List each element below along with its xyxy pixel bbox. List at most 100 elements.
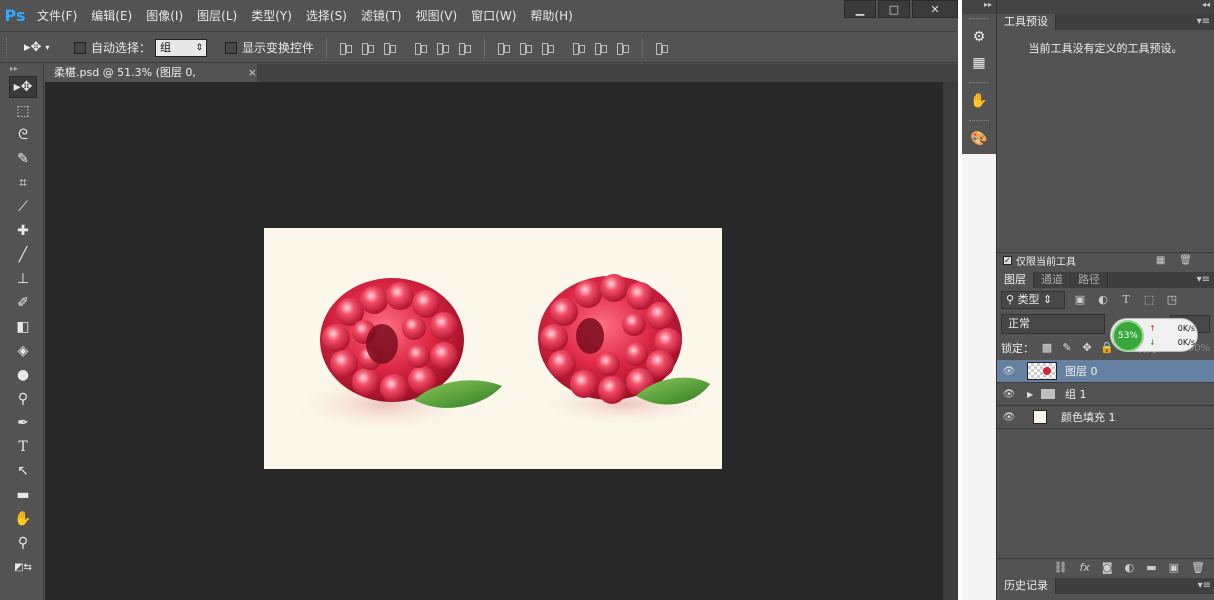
- tab-channels[interactable]: 通道: [1034, 272, 1071, 288]
- dock-grip[interactable]: [969, 120, 989, 124]
- tool-presets-dock-icon[interactable]: ⚙: [962, 24, 996, 50]
- distribute-left-icon[interactable]: [571, 41, 587, 55]
- tab-tool-presets[interactable]: 工具预设: [997, 14, 1056, 30]
- rectangle-tool-icon[interactable]: ▬: [9, 484, 37, 506]
- visibility-eye-icon[interactable]: 👁: [997, 366, 1021, 377]
- menu-filter[interactable]: 滤镜(T): [354, 0, 409, 32]
- panel-menu-icon[interactable]: ▾≡: [1198, 578, 1211, 594]
- lock-image-icon[interactable]: ✎: [1060, 341, 1074, 355]
- link-layers-icon[interactable]: ⛓: [1054, 561, 1068, 574]
- align-right-icon[interactable]: [457, 41, 473, 55]
- hand-tool-icon[interactable]: ✋: [9, 508, 37, 530]
- paint-bucket-tool-icon[interactable]: ◈: [9, 340, 37, 362]
- lasso-tool-icon[interactable]: ᘓ: [9, 124, 37, 146]
- menu-edit[interactable]: 编辑(E): [84, 0, 139, 32]
- menu-select[interactable]: 选择(S): [299, 0, 354, 32]
- auto-align-layers-icon[interactable]: [654, 41, 670, 55]
- history-brush-tool-icon[interactable]: ✐: [9, 292, 37, 314]
- menu-type[interactable]: 类型(Y): [244, 0, 299, 32]
- lock-transparent-icon[interactable]: ▩: [1040, 341, 1054, 355]
- new-group-icon[interactable]: ▬: [1146, 561, 1156, 574]
- expand-arrow-icon[interactable]: ▶: [1027, 390, 1037, 399]
- tool-preset-picker[interactable]: ▸✥ ▾: [24, 40, 66, 55]
- distribute-right-icon[interactable]: [615, 41, 631, 55]
- visibility-eye-icon[interactable]: 👁: [997, 412, 1021, 423]
- eraser-tool-icon[interactable]: ◧: [9, 316, 37, 338]
- type-tool-icon[interactable]: T: [9, 436, 37, 458]
- preset-footer-icons[interactable]: ▦🗑: [1156, 255, 1206, 266]
- align-vcenter-icon[interactable]: [360, 41, 376, 55]
- options-bar-grip[interactable]: [6, 37, 10, 58]
- menu-file[interactable]: 文件(F): [30, 0, 84, 32]
- clone-stamp-tool-icon[interactable]: ⊥: [9, 268, 37, 290]
- marquee-tool-icon[interactable]: ⬚: [9, 100, 37, 122]
- panel-menu-icon[interactable]: ▾≡: [1197, 14, 1210, 30]
- align-left-icon[interactable]: [413, 41, 429, 55]
- brush-presets-dock-icon[interactable]: ✋: [962, 88, 996, 114]
- filter-pixel-icon[interactable]: ▣: [1072, 293, 1088, 307]
- minimize-button[interactable]: ▁: [844, 0, 876, 18]
- pen-tool-icon[interactable]: ✒: [9, 412, 37, 434]
- lock-position-icon[interactable]: ✥: [1080, 341, 1094, 355]
- network-speed-widget[interactable]: 53% ↑ 0K/s ↓ 0K/s: [1110, 318, 1198, 352]
- distribute-hcenter-icon[interactable]: [593, 41, 609, 55]
- menu-view[interactable]: 视图(V): [409, 0, 465, 32]
- new-layer-icon[interactable]: ▣: [1169, 561, 1179, 574]
- align-top-icon[interactable]: [338, 41, 354, 55]
- document-tab[interactable]: 柔椹.psd @ 51.3% (图层 0, RGB/8) * ×: [45, 64, 257, 97]
- layer-row[interactable]: 👁 ▶ 组 1: [997, 383, 1214, 406]
- dock-grip[interactable]: [969, 18, 989, 22]
- auto-select-dropdown[interactable]: 组: [155, 38, 208, 57]
- show-transform-checkbox[interactable]: [225, 41, 238, 54]
- dock-collapse-icon[interactable]: ▸▸: [962, 0, 996, 14]
- current-tool-only-checkbox[interactable]: ✓: [1003, 256, 1012, 265]
- tab-history[interactable]: 历史记录: [997, 578, 1056, 594]
- distribute-top-icon[interactable]: [496, 41, 512, 55]
- filter-smart-object-icon[interactable]: ◳: [1164, 293, 1180, 307]
- menu-layer[interactable]: 图层(L): [190, 0, 244, 32]
- menu-image[interactable]: 图像(I): [139, 0, 190, 32]
- visibility-eye-icon[interactable]: 👁: [997, 389, 1021, 400]
- vertical-scrollbar[interactable]: [943, 82, 958, 600]
- layer-kind-filter[interactable]: ⚲ 类型 ⇕: [1001, 291, 1065, 309]
- filter-adjustment-icon[interactable]: ◐: [1095, 293, 1111, 307]
- maximize-button[interactable]: □: [878, 0, 910, 18]
- layer-row[interactable]: 👁 图层 0: [997, 360, 1214, 383]
- eyedropper-tool-icon[interactable]: ⟋: [9, 196, 37, 218]
- blur-tool-icon[interactable]: ●: [9, 364, 37, 386]
- quick-selection-tool-icon[interactable]: ✎: [9, 148, 37, 170]
- align-hcenter-icon[interactable]: [435, 41, 451, 55]
- collapse-arrows-icon[interactable]: ▸▸: [0, 64, 43, 74]
- swatches-dock-icon[interactable]: 🎨: [962, 126, 996, 152]
- align-bottom-icon[interactable]: [382, 41, 398, 55]
- distribute-vcenter-icon[interactable]: [518, 41, 534, 55]
- crop-tool-icon[interactable]: ⌗: [9, 172, 37, 194]
- blend-mode-dropdown[interactable]: 正常: [1001, 314, 1105, 334]
- layer-style-icon[interactable]: fx: [1080, 561, 1090, 574]
- layer-row[interactable]: 👁 颜色填充 1: [997, 406, 1214, 429]
- healing-brush-tool-icon[interactable]: ✚: [9, 220, 37, 242]
- tab-layers[interactable]: 图层: [997, 272, 1034, 288]
- tab-paths[interactable]: 路径: [1071, 272, 1108, 288]
- dodge-tool-icon[interactable]: ⚲: [9, 388, 37, 410]
- document-canvas[interactable]: [264, 228, 722, 469]
- panel-collapse-icon[interactable]: ◂◂: [997, 0, 1214, 14]
- filter-shape-icon[interactable]: ⬚: [1141, 293, 1157, 307]
- move-tool-icon[interactable]: ▸✥: [9, 76, 37, 98]
- distribute-bottom-icon[interactable]: [540, 41, 556, 55]
- brush-tool-icon[interactable]: ╱: [9, 244, 37, 266]
- adjustment-layer-icon[interactable]: ◐: [1125, 561, 1135, 574]
- filter-type-icon[interactable]: T: [1118, 293, 1134, 307]
- path-selection-tool-icon[interactable]: ↖: [9, 460, 37, 482]
- menu-window[interactable]: 窗口(W): [464, 0, 523, 32]
- canvas-area[interactable]: [45, 82, 943, 600]
- zoom-tool-icon[interactable]: ⚲: [9, 532, 37, 554]
- panel-menu-icon[interactable]: ▾≡: [1197, 272, 1210, 288]
- default-colors-icon[interactable]: ◩⇆: [9, 556, 37, 578]
- layer-comps-dock-icon[interactable]: ▦: [962, 50, 996, 76]
- delete-layer-icon[interactable]: 🗑: [1191, 561, 1205, 574]
- auto-select-checkbox[interactable]: [74, 41, 86, 54]
- close-button[interactable]: ✕: [912, 0, 958, 18]
- add-mask-icon[interactable]: ◙: [1102, 561, 1113, 574]
- close-tab-icon[interactable]: ×: [248, 64, 257, 82]
